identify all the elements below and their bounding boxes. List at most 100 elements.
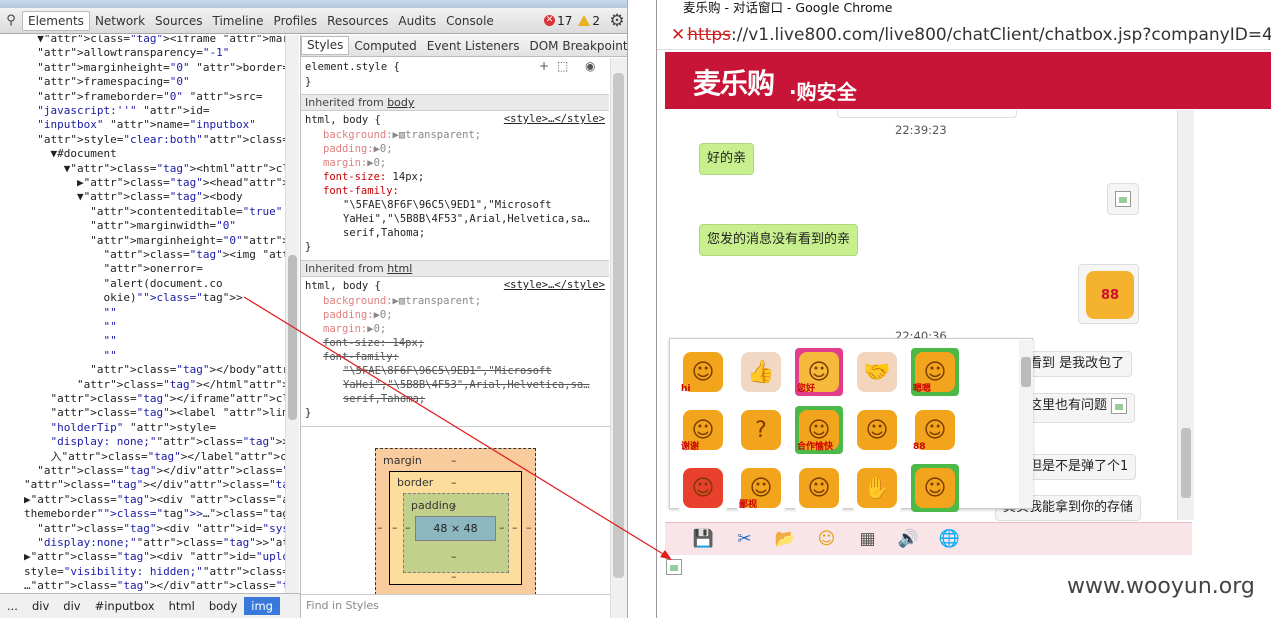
dom-node-line[interactable]: "display: none;""attr">class="tag">>请输 [24, 435, 286, 450]
inherited-html-link[interactable]: html [387, 262, 412, 275]
emoji-option-icon[interactable]: ☺ [853, 406, 901, 454]
dom-node-line[interactable]: "attr">frameborder="0" "attr">src= [24, 90, 262, 105]
dom-node-line[interactable]: …"attr">class="tag"></div"attr">class="t… [24, 579, 285, 593]
dom-tree[interactable]: ▼"attr">class="tag"><iframe "attr">margi… [0, 35, 285, 593]
dom-node-line[interactable]: "inputbox" "attr">name="inputbox" [24, 118, 256, 133]
tab-network[interactable]: Network [90, 14, 150, 28]
dom-node-line[interactable]: ▼"attr">class="tag"><iframe "attr">margi… [24, 35, 285, 47]
dom-node-line[interactable]: "javascript:''" "attr">id= [24, 104, 209, 119]
emoji-option-icon[interactable]: 🤝 [853, 348, 901, 396]
css-prop-background[interactable]: background:▶▨transparent; [323, 128, 481, 142]
crumb-inputbox[interactable]: #inputbox [88, 599, 162, 613]
dom-node-line[interactable]: "attr">framespacing="0" [24, 75, 189, 90]
tab-timeline[interactable]: Timeline [208, 14, 269, 28]
dom-node-line[interactable]: "" [24, 320, 116, 335]
dom-node-line[interactable]: "" [24, 306, 116, 321]
scissors-icon[interactable]: ✂ [724, 527, 765, 551]
tab-computed[interactable]: Computed [349, 39, 421, 53]
crumb-img[interactable]: img [244, 597, 280, 615]
tab-styles[interactable]: Styles [301, 36, 350, 55]
styles-scroll-thumb[interactable] [613, 73, 624, 578]
emoji-option-icon[interactable]: ☺ 鄙视 [737, 464, 785, 512]
smiley-icon[interactable]: ☺ [806, 527, 847, 551]
emoji-option-icon[interactable]: ☺ 88 [911, 406, 959, 454]
tab-sources[interactable]: Sources [150, 14, 207, 28]
dom-node-line[interactable]: "attr">onerror= [24, 262, 202, 277]
dom-node-line[interactable]: "attr">class="tag"></div"attr">class="ta… [24, 478, 285, 493]
css-prop-padding[interactable]: padding:▶0; [323, 142, 393, 156]
tab-profiles[interactable]: Profiles [269, 14, 323, 28]
add-rule-icon[interactable]: + [539, 59, 549, 73]
dom-node-line[interactable]: ▶"attr">class="tag"><div "attr">class="a… [24, 493, 285, 508]
globe-icon[interactable]: 🌐 [929, 527, 970, 551]
crumb-html[interactable]: html [162, 599, 202, 613]
save-icon[interactable]: 💾 [683, 527, 724, 551]
box-model-content[interactable]: 48 × 48 [415, 516, 496, 541]
css-prop-font-family[interactable]: font-family: [323, 184, 399, 198]
dom-node-line[interactable]: "attr">class="tag"><div "attr">id="sysTi… [24, 522, 285, 537]
dom-node-line[interactable]: okie)"">class="tag">> [24, 291, 242, 306]
dom-node-line[interactable]: ▶"attr">class="tag"><head"attr">class="t… [24, 176, 285, 191]
toggle-state-icon[interactable]: ⬚ [557, 59, 568, 73]
dom-node-line[interactable]: "holderTip" "attr">style= [24, 421, 217, 436]
dom-node-line[interactable]: themeborder"">class="tag">>…">class="tag… [24, 507, 285, 522]
dom-node-line[interactable]: "attr">class="tag"></html"attr">class="t… [24, 378, 285, 393]
address-bar[interactable]: ✕ https://v1.live800.com/live800/chatClie… [657, 20, 1271, 50]
css-prop-font-family-overridden[interactable]: font-family: [323, 350, 399, 364]
dom-node-line[interactable]: "attr">marginheight="0" "attr">border="0… [24, 61, 285, 76]
dom-node-line[interactable]: "attr">marginwidth="0" [24, 219, 236, 234]
dom-node-line[interactable]: "attr">contenteditable="true" [24, 205, 282, 220]
dom-tree-scroll-thumb[interactable] [288, 255, 297, 420]
tab-resources[interactable]: Resources [322, 14, 393, 28]
css-prop-font-size[interactable]: font-size: 14px; [323, 170, 424, 184]
emoji-option-icon[interactable]: ? [737, 406, 785, 454]
tab-dom-breakpoints[interactable]: DOM Breakpoints [524, 39, 627, 53]
dom-node-line[interactable]: style="visibility: hidden;""attr">class=… [24, 565, 285, 580]
css-selector[interactable]: html, body { [305, 113, 381, 127]
css-prop-background[interactable]: background:▶▨transparent; [323, 294, 481, 308]
warning-counter[interactable]: 2 [578, 14, 600, 28]
dom-node-line[interactable]: "attr">class="tag"><label "attr">lim:hl=… [24, 406, 286, 421]
dom-node-line[interactable]: "" [24, 349, 116, 364]
dom-node-line[interactable]: 入"attr">class="tag"></label"attr">class=… [24, 450, 285, 465]
css-prop-padding[interactable]: padding:▶0; [323, 308, 393, 322]
emoji-scroll-thumb[interactable] [1021, 357, 1031, 387]
dom-node-line[interactable]: "attr">allowtransparency="-1" [24, 46, 229, 61]
dom-node-line[interactable]: "attr">class="tag"></body"attr">class="t… [24, 363, 285, 378]
dom-node-line[interactable]: "attr">class="tag"></iframe"attr">class=… [24, 392, 286, 407]
dom-node-line[interactable]: ▶"attr">class="tag"><div "attr">id="uplo… [24, 550, 285, 565]
element-style-rule[interactable]: element.style { [305, 60, 400, 74]
dom-node-line[interactable]: "attr">style="clear:both""attr">class="t… [24, 133, 285, 148]
error-counter[interactable]: ✕ 17 [544, 14, 572, 28]
dom-node-line[interactable]: "" [24, 334, 116, 349]
find-in-styles-input[interactable]: Find in Styles [301, 594, 610, 618]
dom-node-line[interactable]: "attr">marginheight="0""attr">class="tag… [24, 234, 285, 249]
emoji-option-icon[interactable]: ☺ hi [679, 348, 727, 396]
chat-scroll-thumb[interactable] [1181, 428, 1191, 498]
gear-icon[interactable]: ⚙ [606, 11, 627, 31]
dom-node-line[interactable]: "attr">class="tag"><img "attr">src="x" [24, 248, 285, 263]
emoji-option-icon[interactable]: ☺ 合作愉快 [795, 406, 843, 454]
emoji-option-icon[interactable]: ☺ [911, 464, 959, 512]
dom-node-line[interactable]: ▼"attr">class="tag"><body [24, 190, 243, 205]
css-prop-font-size-overridden[interactable]: font-size: 14px; [323, 336, 424, 350]
dom-node-line[interactable]: ▼#document [24, 147, 116, 162]
color-format-icon[interactable]: ◉ [585, 59, 595, 73]
dom-node-line[interactable]: "display:none;""attr">class="tag">>"attr… [24, 536, 285, 551]
emoji-option-icon[interactable]: ☺ 您好 [795, 348, 843, 396]
emoji-option-icon[interactable]: ☺ [679, 464, 727, 512]
dom-node-line[interactable]: "attr">class="tag"></div"attr">class="ta… [24, 464, 285, 479]
emoji-option-icon[interactable]: ☺ 嗯嗯 [911, 348, 959, 396]
emoji-option-icon[interactable]: ✋ [853, 464, 901, 512]
tab-elements[interactable]: Elements [22, 10, 90, 31]
folder-icon[interactable]: 📂 [765, 527, 806, 551]
style-source-link[interactable]: <style>…</style> [504, 113, 605, 125]
search-icon[interactable]: ⚲ [0, 11, 22, 31]
emoji-option-icon[interactable]: ☺ [795, 464, 843, 512]
style-source-link[interactable]: <style>…</style> [504, 279, 605, 291]
speaker-icon[interactable]: 🔊 [888, 527, 929, 551]
crumb-ellipsis[interactable]: ... [0, 599, 25, 613]
css-prop-margin[interactable]: margin:▶0; [323, 322, 386, 336]
tab-event-listeners[interactable]: Event Listeners [422, 39, 525, 53]
css-prop-margin[interactable]: margin:▶0; [323, 156, 386, 170]
